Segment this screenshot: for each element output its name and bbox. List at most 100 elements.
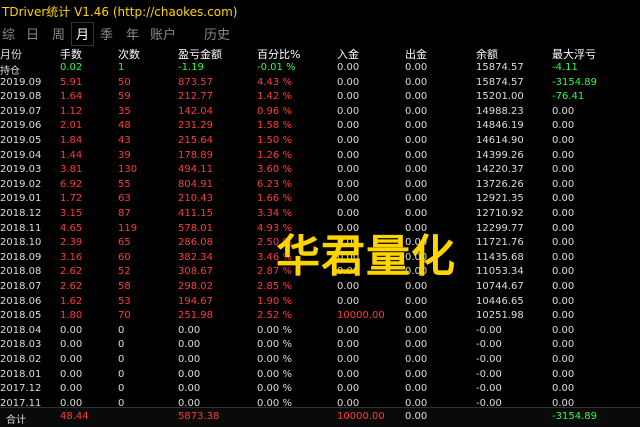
table-cell: 0	[118, 339, 125, 351]
table-cell: 212.77	[178, 91, 213, 103]
table-row[interactable]: 2018.02 0.00 0 0.00 0.00 % 0.00 0.00 -0.00 0.00	[0, 354, 640, 369]
table-cell: 0.00	[405, 310, 428, 322]
table-cell: 2019.06	[0, 120, 42, 132]
table-row[interactable]: 2019.06 2.01 48 231.29 1.58 % 0.00 0.00 14846.1…	[0, 120, 640, 135]
table-cell: 6.23 %	[257, 178, 292, 190]
table-row[interactable]: 2019.07 1.12 35 142.04 0.96 % 0.00 0.00 14988.2…	[0, 106, 640, 121]
table-row[interactable]: 2018.05 1.80 70 251.98 2.52 % 10000.00 0.00 102…	[0, 310, 640, 325]
table-cell: 2017.12	[0, 383, 42, 395]
table-cell: 35	[118, 105, 131, 117]
tab-7[interactable]: 历史	[204, 24, 230, 43]
table-cell: 0.02	[60, 62, 83, 73]
table-cell: 11721.76	[476, 237, 524, 249]
table-cell: 1.80	[60, 310, 83, 322]
column-header[interactable]: 最大浮亏	[552, 46, 638, 62]
table-cell: 1.72	[60, 193, 83, 205]
app-title: TDriver统计 V1.46 (http://chaokes.com)	[2, 5, 238, 19]
table-cell: 0.00	[337, 281, 360, 292]
table-cell: 1.90 %	[257, 295, 292, 307]
table-cell: 4.43 %	[257, 76, 292, 88]
table-cell: 10744.67	[476, 281, 524, 292]
table-row[interactable]: 2018.11 4.65 119 578.01 4.93 % 0.00 0.00 12299.…	[0, 223, 640, 238]
table-row[interactable]: 2019.05 1.84 43 215.64 1.50 % 0.00 0.00 14614.9…	[0, 135, 640, 150]
table-cell: 0.00 %	[257, 354, 292, 365]
table-cell: 231.29	[178, 120, 213, 132]
table-cell: 2018.05	[0, 310, 42, 322]
table-cell: 2018.02	[0, 354, 42, 365]
table-cell: -0.00	[476, 354, 502, 365]
table-cell: 0.00	[552, 295, 575, 307]
table-cell: 0.00	[337, 354, 360, 365]
column-header[interactable]: 入金	[337, 46, 403, 62]
table-row[interactable]: 2019.09 5.91 50 873.57 4.43 % 0.00 0.00 15874.5…	[0, 77, 640, 92]
tab-5[interactable]: 年	[126, 24, 139, 43]
table-row[interactable]: 2018.01 0.00 0 0.00 0.00 % 0.00 0.00 -0.00 0.00	[0, 369, 640, 384]
table-cell: 0.00	[337, 208, 360, 219]
table-cell: 0.00	[337, 178, 360, 190]
table-row[interactable]: 2018.09 3.16 60 382.34 3.46 % 0.00 0.00 11435.6…	[0, 252, 640, 267]
column-header[interactable]: 余额	[476, 46, 550, 62]
table-cell: 0.00	[405, 91, 428, 103]
table-row[interactable]: 2019.01 1.72 63 210.43 1.66 % 0.00 0.00 12921.3…	[0, 193, 640, 208]
table-cell: 3.60 %	[257, 164, 292, 176]
table-cell: 12921.35	[476, 193, 524, 205]
total-cell: 5873.38	[178, 411, 220, 422]
table-row[interactable]: 2018.12 3.15 87 411.15 3.34 % 0.00 0.00 12710.9…	[0, 208, 640, 223]
table-cell: 0.00	[552, 281, 575, 292]
table-cell: 0.00 %	[257, 368, 292, 380]
column-header[interactable]: 次数	[118, 46, 174, 62]
column-header[interactable]: 手数	[60, 46, 116, 62]
table-cell: 11435.68	[476, 251, 524, 263]
table-cell: 0.00	[405, 354, 428, 365]
table-row[interactable]: 2019.04 1.44 39 178.89 1.26 % 0.00 0.00 14399.2…	[0, 150, 640, 165]
table-cell: 2.62	[60, 281, 83, 292]
table-cell: 0.00	[60, 383, 83, 395]
tab-0[interactable]: 综	[2, 24, 15, 43]
table-cell: 14614.90	[476, 135, 524, 146]
tab-4[interactable]: 季	[100, 24, 113, 43]
table-cell: 298.02	[178, 281, 213, 292]
table-row[interactable]: 2019.08 1.64 59 212.77 1.42 % 0.00 0.00 15201.0…	[0, 91, 640, 106]
table-row[interactable]: 2018.07 2.62 58 298.02 2.85 % 0.00 0.00 10744.6…	[0, 281, 640, 296]
column-header[interactable]: 百分比%	[257, 46, 335, 62]
table-cell: 0.00	[337, 76, 360, 88]
table-cell: 0.00	[405, 164, 428, 176]
table-cell: 5.91	[60, 76, 83, 88]
table-row[interactable]: 2018.08 2.62 52 308.67 2.87 % 0.00 0.00 11053.3…	[0, 266, 640, 281]
table-cell: 0.00	[552, 120, 575, 132]
table-cell: 1.84	[60, 135, 83, 146]
table-cell: 382.34	[178, 251, 213, 263]
column-header[interactable]: 月份	[0, 46, 54, 62]
table-cell: 0.00	[60, 324, 83, 336]
table-cell: 0.00	[405, 281, 428, 292]
table-cell: -0.00	[476, 383, 502, 395]
table-row[interactable]: 2018.04 0.00 0 0.00 0.00 % 0.00 0.00 -0.00 0.00	[0, 325, 640, 340]
table-row[interactable]: 持仓 0.02 1 -1.19 -0.01 % 0.00 0.00 15874.57 -4.11	[0, 62, 640, 77]
table-row[interactable]: 2019.03 3.81 130 494.11 3.60 % 0.00 0.00 14220.…	[0, 164, 640, 179]
table-cell: 2018.12	[0, 208, 42, 219]
table-cell: 0.00	[552, 178, 575, 190]
tab-3[interactable]: 月	[70, 22, 95, 46]
table-cell: 286.08	[178, 237, 213, 249]
table-cell: 0.00	[337, 295, 360, 307]
table-row[interactable]: 2017.12 0.00 0 0.00 0.00 % 0.00 0.00 -0.00 0.00	[0, 383, 640, 398]
table-cell: 0.00 %	[257, 383, 292, 395]
table-cell: 0.00	[405, 76, 428, 88]
table-row[interactable]: 2018.10 2.39 65 286.08 2.50 % 0.00 0.00 11721.7…	[0, 237, 640, 252]
table-row[interactable]: 2019.02 6.92 55 804.91 6.23 % 0.00 0.00 13726.2…	[0, 179, 640, 194]
table-cell: 11053.34	[476, 266, 524, 278]
table-row[interactable]: 2018.06 1.62 53 194.67 1.90 % 0.00 0.00 10446.6…	[0, 296, 640, 311]
tab-2[interactable]: 周	[52, 24, 65, 43]
column-header[interactable]: 盈亏金额	[178, 46, 256, 62]
column-header[interactable]: 出金	[405, 46, 471, 62]
tab-1[interactable]: 日	[26, 24, 39, 43]
table-cell: 251.98	[178, 310, 213, 322]
tab-6[interactable]: 账户	[150, 24, 176, 43]
table-cell: 63	[118, 193, 131, 205]
table-cell: 0.00	[337, 149, 360, 161]
table-cell: 0.00	[337, 266, 360, 278]
title-bar: TDriver统计 V1.46 (http://chaokes.com)	[0, 0, 640, 22]
table-cell: -0.01 %	[257, 62, 296, 73]
table-row[interactable]: 2018.03 0.00 0 0.00 0.00 % 0.00 0.00 -0.00 0.00	[0, 339, 640, 354]
table-cell: 215.64	[178, 135, 213, 146]
